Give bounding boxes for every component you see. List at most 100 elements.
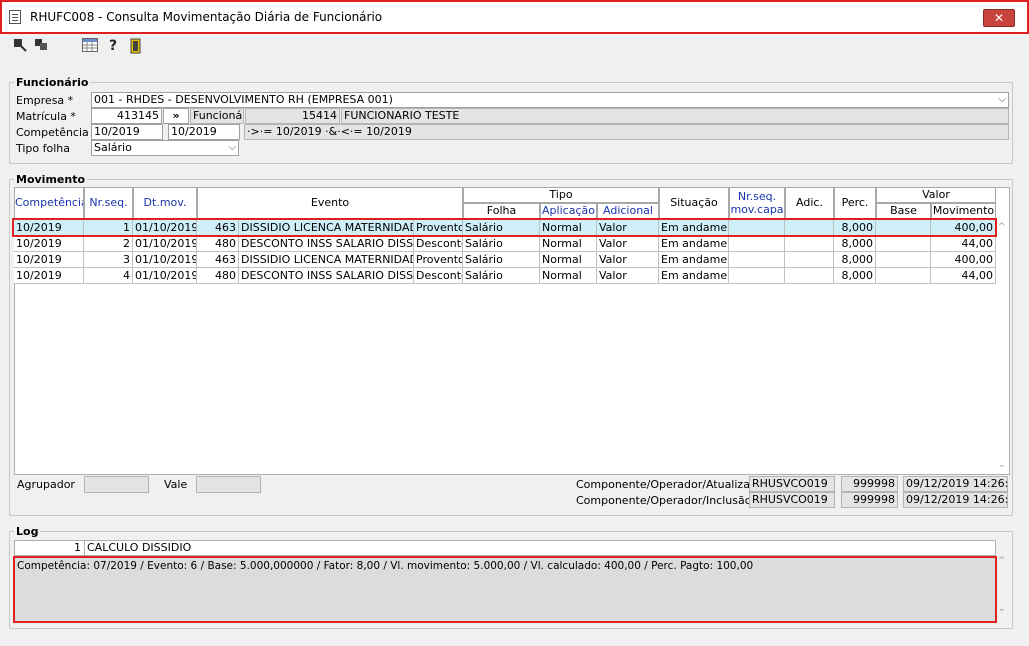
log-scroll-up-icon[interactable]: ^: [998, 556, 1006, 566]
log-list-item[interactable]: 1 CALCULO DISSIDIO: [14, 540, 996, 556]
close-button[interactable]: ✕: [983, 9, 1015, 27]
cell-evento-desc: DESCONTO INSS SALARIO DISSIDIO: [239, 268, 414, 284]
header-base[interactable]: Base: [876, 203, 931, 219]
cell-movimento: 400,00: [931, 220, 996, 236]
cell-situacao: Em andament: [659, 268, 729, 284]
log-group-title: Log: [14, 525, 41, 538]
cell-aplicacao: Normal: [540, 220, 597, 236]
inclusao-operador: 999998: [841, 492, 898, 508]
cell-nrseq-mov-capa: [729, 236, 785, 252]
tipo-folha-value: Salário: [94, 141, 132, 154]
cell-folha: Salário: [463, 268, 540, 284]
cell-dtmov: 01/10/2019: [133, 268, 197, 284]
exit-door-icon[interactable]: [128, 38, 144, 54]
cell-movimento: 400,00: [931, 252, 996, 268]
cell-perc: 8,000: [834, 220, 876, 236]
cell-evento-desc: DISSIDIO LICENCA MATERNIDADE: [239, 252, 414, 268]
cell-movimento: 44,00: [931, 268, 996, 284]
header-competencia[interactable]: Competência: [14, 187, 84, 219]
document-icon: [9, 10, 21, 24]
competencia-to-field[interactable]: 10/2019: [168, 124, 240, 140]
cell-aplicacao: Normal: [540, 268, 597, 284]
cell-adicional: Valor: [597, 268, 659, 284]
atualizacao-operador: 999998: [841, 476, 898, 492]
cell-evento-cod: 463: [197, 220, 239, 236]
select-icon[interactable]: [12, 38, 28, 54]
tipo-folha-label: Tipo folha: [16, 142, 71, 155]
cell-competencia: 10/2019: [14, 220, 84, 236]
header-adicional[interactable]: Adicional: [597, 203, 659, 219]
cell-evento-cod: 480: [197, 236, 239, 252]
header-tipo: Tipo: [463, 187, 659, 203]
cell-evento-tipo: Desconto: [414, 268, 463, 284]
header-nrseq-mov-capa[interactable]: Nr.seq. mov.capa: [729, 187, 785, 219]
window-title: RHUFC008 - Consulta Movimentação Diária …: [30, 10, 383, 24]
tipo-folha-select[interactable]: Salário ⌵: [91, 140, 239, 156]
cell-adicional: Valor: [597, 236, 659, 252]
log-scroll-down-icon[interactable]: ⌄: [998, 604, 1006, 614]
header-nrseq[interactable]: Nr.seq.: [84, 187, 133, 219]
cell-evento-cod: 463: [197, 252, 239, 268]
header-evento[interactable]: Evento: [197, 187, 463, 219]
inclusao-componente: RHUSVCO019: [749, 492, 835, 508]
agrupador-label: Agrupador: [17, 478, 75, 491]
log-title: CALCULO DISSIDIO: [87, 541, 192, 554]
header-aplicacao[interactable]: Aplicação: [540, 203, 597, 219]
competencia-from-field[interactable]: 10/2019: [91, 124, 163, 140]
cell-competencia: 10/2019: [14, 268, 84, 284]
cell-evento-desc: DESCONTO INSS SALARIO DISSIDIO: [239, 236, 414, 252]
cell-adicional: Valor: [597, 252, 659, 268]
copy-icon[interactable]: [34, 38, 50, 54]
header-situacao[interactable]: Situação: [659, 187, 729, 219]
chevron-down-icon: ⌵: [228, 142, 236, 153]
cell-perc: 8,000: [834, 268, 876, 284]
header-dtmov[interactable]: Dt.mov.: [133, 187, 197, 219]
cell-folha: Salário: [463, 236, 540, 252]
cell-folha: Salário: [463, 252, 540, 268]
cell-evento-tipo: Provento: [414, 220, 463, 236]
cell-evento-tipo: Provento: [414, 252, 463, 268]
empresa-select[interactable]: 001 - RHDES - DESENVOLVIMENTO RH (EMPRES…: [91, 92, 1009, 108]
cell-evento-tipo: Desconto: [414, 236, 463, 252]
atualizacao-data: 09/12/2019 14:26:34: [903, 476, 1008, 492]
empresa-value: 001 - RHDES - DESENVOLVIMENTO RH (EMPRES…: [94, 93, 393, 106]
header-perc[interactable]: Perc.: [834, 187, 876, 219]
log-detail-text: Competência: 07/2019 / Evento: 6 / Base:…: [17, 560, 754, 572]
calendar-grid-icon[interactable]: [82, 38, 98, 54]
atualizacao-label: Componente/Operador/Atualização: [576, 478, 770, 491]
agrupador-field: [84, 476, 149, 493]
matricula-field[interactable]: 413145: [91, 108, 162, 124]
inclusao-data: 09/12/2019 14:26:34: [903, 492, 1008, 508]
cell-aplicacao: Normal: [540, 236, 597, 252]
cell-nrseq-mov-capa: [729, 252, 785, 268]
cell-competencia: 10/2019: [14, 252, 84, 268]
log-seq: 1: [15, 541, 85, 555]
cell-base: [876, 220, 931, 236]
cell-adicional: Valor: [597, 220, 659, 236]
header-movimento[interactable]: Movimento: [931, 203, 996, 219]
cell-adic: [785, 268, 834, 284]
cell-movimento: 44,00: [931, 236, 996, 252]
header-adic[interactable]: Adic.: [785, 187, 834, 219]
funcionario-code: 15414: [245, 108, 340, 124]
competencia-label: Competência *: [16, 126, 98, 139]
lookup-button[interactable]: »: [163, 108, 189, 124]
help-icon[interactable]: ?: [105, 38, 121, 54]
competencia-filter: ·>·= 10/2019 ·&·<·= 10/2019: [244, 124, 1009, 140]
cell-perc: 8,000: [834, 252, 876, 268]
scroll-down-icon[interactable]: ⌄: [998, 460, 1006, 470]
funcionario-name: FUNCIONARIO TESTE: [341, 108, 1009, 124]
movimento-group-title: Movimento: [14, 173, 88, 186]
header-folha[interactable]: Folha: [463, 203, 540, 219]
cell-dtmov: 01/10/2019: [133, 252, 197, 268]
cell-base: [876, 236, 931, 252]
cell-evento-cod: 480: [197, 268, 239, 284]
header-valor: Valor: [876, 187, 996, 203]
matricula-label: Matrícula *: [16, 110, 76, 123]
cell-evento-desc: DISSIDIO LICENCA MATERNIDADE: [239, 220, 414, 236]
atualizacao-componente: RHUSVCO019: [749, 476, 835, 492]
chevron-down-icon: ⌵: [998, 94, 1006, 105]
funcionario-group-title: Funcionário: [14, 76, 91, 89]
cell-adic: [785, 252, 834, 268]
scroll-up-icon[interactable]: ^: [998, 222, 1006, 232]
